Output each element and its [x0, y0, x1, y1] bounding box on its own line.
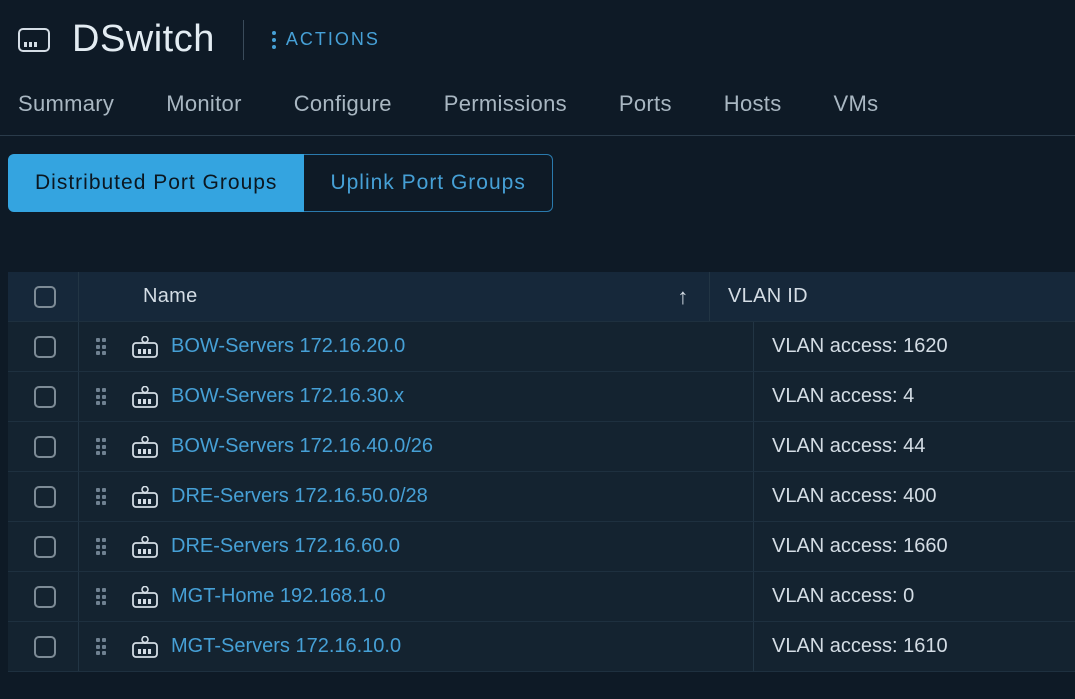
vlan-id-value: VLAN access: 1620 [772, 335, 948, 357]
port-group-name-link[interactable]: BOW-Servers 172.16.40.0/26 [171, 435, 433, 458]
page-header: DSwitch ACTIONS [0, 0, 1075, 71]
port-group-icon [132, 486, 158, 508]
port-group-name-link[interactable]: MGT-Home 192.168.1.0 [171, 585, 386, 608]
drag-handle-icon[interactable] [96, 438, 107, 455]
subtab-uplink-port-groups[interactable]: Uplink Port Groups [304, 154, 552, 212]
vlan-id-value: VLAN access: 0 [772, 585, 914, 607]
port-group-icon [132, 336, 158, 358]
drag-handle-icon[interactable] [96, 488, 107, 505]
row-checkbox[interactable] [34, 636, 56, 658]
port-group-name-link[interactable]: MGT-Servers 172.16.10.0 [171, 635, 401, 658]
page-title: DSwitch [72, 18, 215, 61]
row-checkbox[interactable] [34, 336, 56, 358]
column-header-name[interactable]: Name [143, 285, 198, 308]
table-row: BOW-Servers 172.16.30.x VLAN access: 4 [8, 372, 1075, 422]
tab-hosts[interactable]: Hosts [720, 83, 786, 135]
drag-handle-icon[interactable] [96, 538, 107, 555]
table-row: BOW-Servers 172.16.20.0 VLAN access: 162… [8, 322, 1075, 372]
tab-permissions[interactable]: Permissions [440, 83, 571, 135]
tab-ports[interactable]: Ports [615, 83, 676, 135]
port-group-icon [132, 586, 158, 608]
port-group-name-link[interactable]: BOW-Servers 172.16.30.x [171, 385, 404, 408]
port-groups-table: Name ↑ VLAN ID [8, 272, 1075, 672]
table-row: MGT-Home 192.168.1.0 VLAN access: 0 [8, 572, 1075, 622]
vlan-id-value: VLAN access: 400 [772, 485, 937, 507]
tab-summary[interactable]: Summary [14, 83, 118, 135]
divider [243, 20, 244, 60]
drag-handle-icon[interactable] [96, 388, 107, 405]
vlan-id-value: VLAN access: 4 [772, 385, 914, 407]
port-group-name-link[interactable]: BOW-Servers 172.16.20.0 [171, 335, 405, 358]
table-row: BOW-Servers 172.16.40.0/26 VLAN access: … [8, 422, 1075, 472]
table-row: DRE-Servers 172.16.50.0/28 VLAN access: … [8, 472, 1075, 522]
port-group-icon [132, 386, 158, 408]
subtab-distributed-port-groups[interactable]: Distributed Port Groups [8, 154, 304, 212]
drag-handle-icon[interactable] [96, 588, 107, 605]
port-group-name-link[interactable]: DRE-Servers 172.16.50.0/28 [171, 485, 428, 508]
table-body: BOW-Servers 172.16.20.0 VLAN access: 162… [8, 322, 1075, 672]
primary-tabs: Summary Monitor Configure Permissions Po… [0, 71, 1075, 136]
port-group-icon [132, 636, 158, 658]
column-header-vlan-id[interactable]: VLAN ID [728, 285, 808, 307]
vlan-id-value: VLAN access: 1610 [772, 635, 948, 657]
vlan-id-value: VLAN access: 44 [772, 435, 925, 457]
port-group-icon [132, 436, 158, 458]
row-checkbox[interactable] [34, 586, 56, 608]
port-group-name-link[interactable]: DRE-Servers 172.16.60.0 [171, 535, 400, 558]
row-checkbox[interactable] [34, 486, 56, 508]
row-checkbox[interactable] [34, 536, 56, 558]
actions-menu-button[interactable]: ACTIONS [272, 29, 380, 50]
actions-label: ACTIONS [286, 29, 380, 50]
row-checkbox[interactable] [34, 436, 56, 458]
row-checkbox[interactable] [34, 386, 56, 408]
drag-handle-icon[interactable] [96, 638, 107, 655]
table-row: MGT-Servers 172.16.10.0 VLAN access: 161… [8, 622, 1075, 672]
dswitch-icon [18, 28, 50, 52]
drag-handle-icon[interactable] [96, 338, 107, 355]
tab-vms[interactable]: VMs [830, 83, 883, 135]
tab-configure[interactable]: Configure [290, 83, 396, 135]
table-row: DRE-Servers 172.16.60.0 VLAN access: 166… [8, 522, 1075, 572]
tab-monitor[interactable]: Monitor [162, 83, 245, 135]
vlan-id-value: VLAN access: 1660 [772, 535, 948, 557]
port-group-icon [132, 536, 158, 558]
sub-tabs: Distributed Port Groups Uplink Port Grou… [8, 154, 1075, 212]
kebab-icon [272, 31, 276, 49]
select-all-checkbox[interactable] [34, 286, 56, 308]
table-header-row: Name ↑ VLAN ID [8, 272, 1075, 322]
sort-ascending-icon[interactable]: ↑ [677, 284, 688, 310]
